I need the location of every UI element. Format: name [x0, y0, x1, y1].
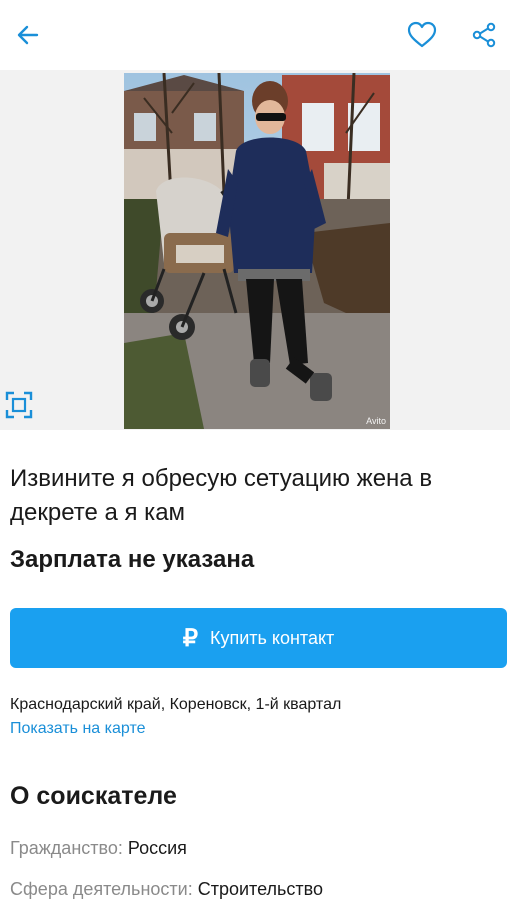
param-value: Россия	[127, 838, 187, 858]
param-value: Строительство	[197, 879, 323, 899]
buy-contact-button[interactable]: ₽ Купить контакт	[10, 608, 507, 668]
ruble-icon: ₽	[182, 624, 198, 652]
buy-contact-label: Купить контакт	[209, 627, 335, 648]
show-on-map-link[interactable]: Показать на карте	[10, 720, 145, 738]
fullscreen-icon	[5, 391, 33, 419]
photo-gallery[interactable]: Avito	[0, 70, 510, 430]
share-icon	[472, 22, 496, 48]
param-label: Гражданство:	[10, 838, 123, 858]
back-button[interactable]	[8, 15, 48, 55]
share-button[interactable]	[464, 15, 504, 55]
param-field: Сфера деятельности: Строительство	[10, 879, 323, 900]
fullscreen-button[interactable]	[4, 390, 34, 420]
listing-title: Извините я обресую сетуацию жена в декре…	[10, 465, 433, 526]
avito-watermark: Avito	[366, 416, 386, 426]
listing-photo[interactable]: Avito	[124, 73, 390, 429]
favorite-button[interactable]	[402, 15, 442, 55]
top-bar	[0, 0, 510, 70]
param-citizenship: Гражданство: Россия	[10, 838, 187, 859]
heart-outline-icon	[407, 21, 437, 48]
param-label: Сфера деятельности:	[10, 879, 193, 899]
address-text: Краснодарский край, Кореновск, 1-й кварт…	[10, 696, 342, 713]
applicant-section-title: О соискателе	[10, 782, 177, 810]
listing-photo-image	[124, 73, 390, 429]
salary-text: Зарплата не указана	[10, 546, 255, 573]
arrow-left-icon	[17, 25, 39, 45]
